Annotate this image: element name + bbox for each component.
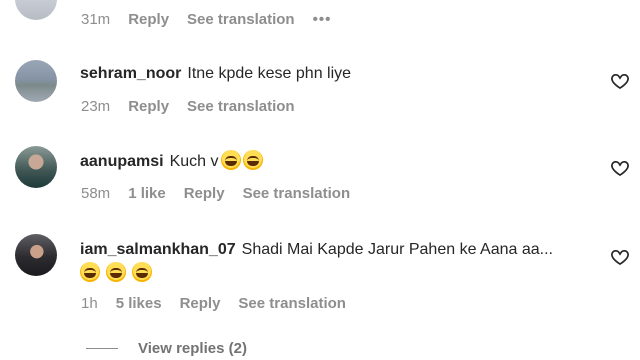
face-with-tears-of-joy-icon	[242, 150, 263, 170]
reply-button[interactable]: Reply	[128, 11, 169, 29]
comment-time: 1h	[81, 295, 98, 312]
see-translation-button[interactable]: See translation	[187, 98, 295, 116]
comment-line: iam_salmankhan_07 Shadi Mai Kapde Jarur P…	[80, 240, 553, 260]
comment-meta: 31m Reply See translation •••	[81, 11, 331, 29]
comment-time: 58m	[81, 185, 111, 202]
avatar[interactable]	[15, 60, 57, 102]
comment-username[interactable]: sehram_noor	[80, 65, 181, 82]
view-replies-label: View replies (2)	[138, 340, 247, 357]
comment-text: Kuch v	[169, 153, 219, 170]
comment-meta: 58m 1 like Reply See translation	[81, 185, 350, 203]
avatar[interactable]	[15, 0, 57, 20]
see-translation-button[interactable]: See translation	[187, 11, 295, 29]
heart-outline-icon[interactable]	[610, 158, 630, 178]
view-replies-button[interactable]: View replies (2)	[86, 340, 247, 357]
avatar[interactable]	[15, 146, 57, 188]
grinning-face-icon	[80, 262, 100, 282]
reply-button[interactable]: Reply	[184, 185, 225, 203]
rolling-on-floor-laughing-icon	[106, 262, 126, 282]
comment-text: Itne kpde kese phn liye	[187, 65, 352, 82]
avatar[interactable]	[15, 234, 57, 276]
comment-text: Shadi Mai Kapde Jarur Pahen ke Aana aa..…	[241, 241, 553, 258]
comment-time: 31m	[81, 11, 111, 28]
face-with-tears-of-joy-icon	[220, 150, 241, 170]
comment-meta: 23m Reply See translation	[81, 98, 295, 116]
comment-username[interactable]: aanupamsi	[80, 153, 164, 170]
see-translation-button[interactable]: See translation	[238, 295, 346, 313]
likes-count[interactable]: 1 like	[128, 185, 166, 203]
rolling-on-floor-laughing-icon	[132, 262, 152, 282]
see-translation-button[interactable]: See translation	[243, 185, 351, 203]
reply-button[interactable]: Reply	[180, 295, 221, 313]
likes-count[interactable]: 5 likes	[116, 295, 162, 313]
comment-line: sehram_noor Itne kpde kese phn liye	[80, 64, 351, 84]
heart-outline-icon[interactable]	[610, 71, 630, 91]
comment-time: 23m	[81, 98, 111, 115]
heart-outline-icon[interactable]	[610, 247, 630, 267]
comment-line: aanupamsi Kuch v	[80, 150, 265, 172]
comment-emoji-line	[80, 262, 154, 284]
comment-username[interactable]: iam_salmankhan_07	[80, 241, 236, 258]
comment-meta: 1h 5 likes Reply See translation	[81, 295, 346, 313]
more-dots-icon[interactable]: •••	[313, 11, 332, 29]
divider	[86, 348, 118, 349]
reply-button[interactable]: Reply	[128, 98, 169, 116]
